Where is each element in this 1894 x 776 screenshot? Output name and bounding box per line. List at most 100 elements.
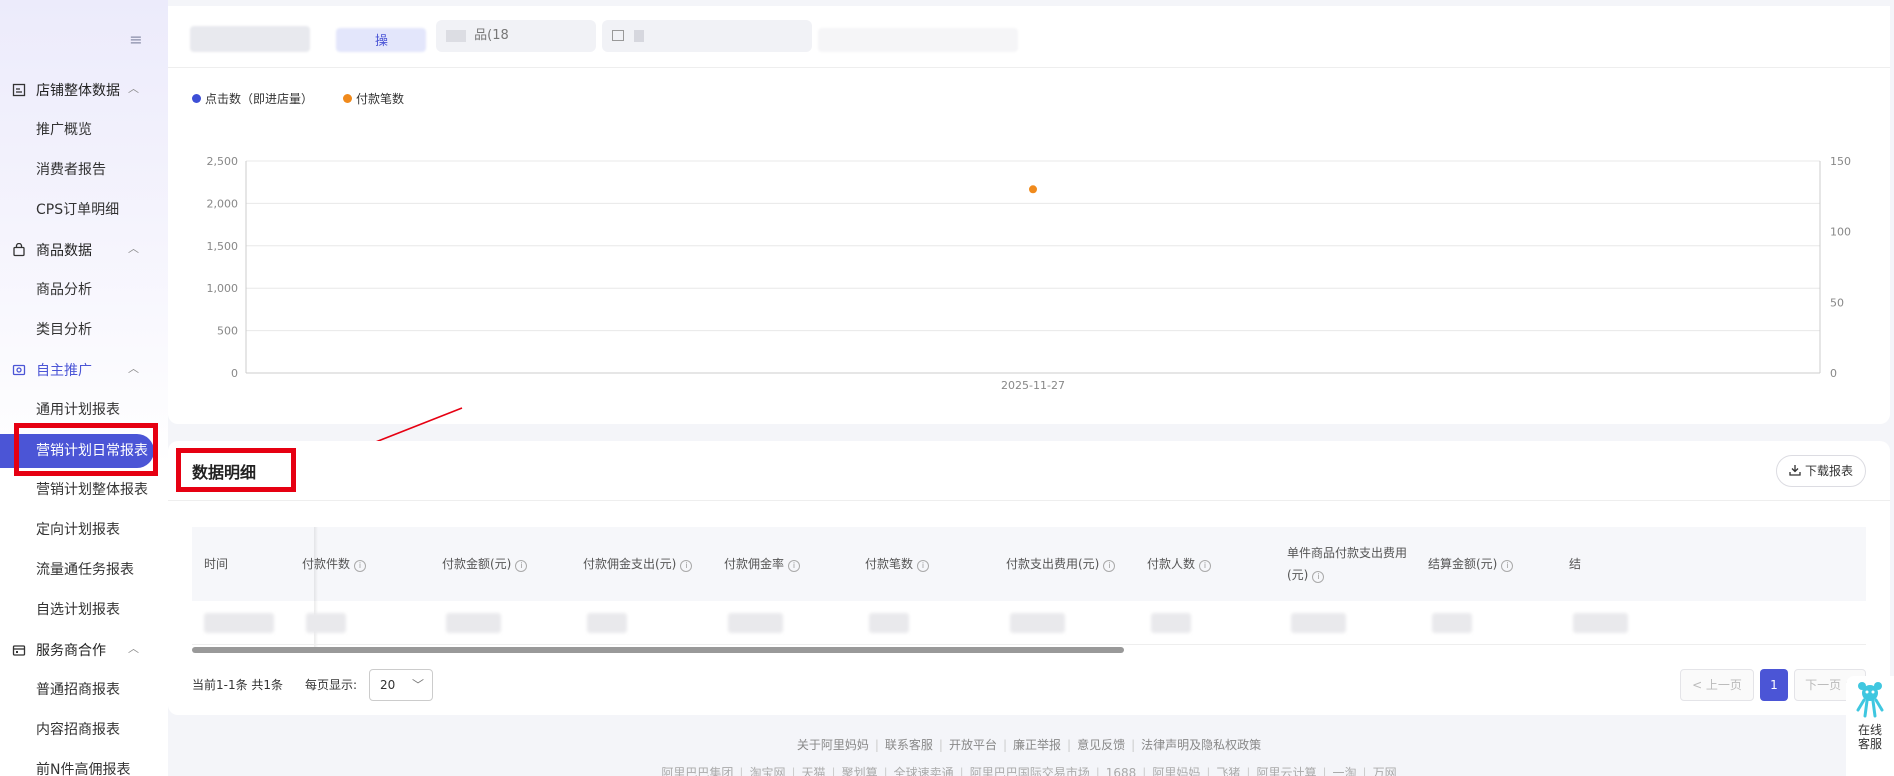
- footer-link[interactable]: 全球速卖通: [894, 766, 954, 776]
- left-axis-tick-label: 1,500: [207, 240, 239, 253]
- page-number-button[interactable]: 1: [1760, 669, 1788, 701]
- prev-page-button[interactable]: < 上一页: [1680, 669, 1754, 701]
- nav-group-store-data[interactable]: 店铺整体数据 ︿: [12, 80, 139, 100]
- right-axis-tick-label: 50: [1830, 296, 1844, 309]
- legend-item-clicks[interactable]: 点击数（即进店量）: [192, 90, 313, 107]
- footer-separator: |: [874, 738, 879, 752]
- pagination-summary: 当前1-1条 共1条: [192, 678, 284, 692]
- page-size-select[interactable]: 20 ﹀: [369, 669, 433, 701]
- nav-group-partner-cooperation[interactable]: 服务商合作 ︿: [12, 640, 139, 660]
- sidebar-item-traffic-task-report[interactable]: 流量通任务报表: [36, 560, 134, 580]
- sidebar-item-custom-plan-report[interactable]: 自选计划报表: [36, 600, 120, 620]
- column-header: 单件商品付款支出费用(元) i: [1287, 527, 1417, 601]
- info-icon[interactable]: i: [1501, 560, 1514, 572]
- footer-link[interactable]: 淘宝网: [749, 766, 785, 776]
- footer-partner-links: 阿里巴巴集团 | 淘宝网 | 天猫 | 聚划算 | 全球速卖通 | 阿里巴巴国际交易市场 | 1688 |…: [168, 764, 1890, 776]
- footer-link[interactable]: 1688: [1106, 766, 1137, 776]
- chevron-down-icon: ﹀: [411, 678, 424, 692]
- column-header-label: 时间: [204, 557, 229, 571]
- right-axis-tick-label: 100: [1830, 226, 1851, 239]
- column-header: 时间: [204, 527, 294, 601]
- sidebar-item-marketing-overall-report[interactable]: 营销计划整体报表: [36, 480, 148, 500]
- column-header-label: 付款金额(元) i: [442, 553, 528, 575]
- service-label-line1: 在线: [1857, 723, 1882, 737]
- nav-group-self-promotion[interactable]: 自主推广 ︿: [12, 360, 139, 380]
- footer-link[interactable]: 阿里妈妈: [1152, 766, 1200, 776]
- info-icon[interactable]: i: [788, 560, 801, 572]
- menu-collapse-icon[interactable]: ≡: [126, 30, 146, 50]
- footer-link[interactable]: 聚划算: [842, 766, 878, 776]
- footer-separator: |: [1206, 766, 1211, 776]
- footer-link[interactable]: 一淘: [1333, 766, 1357, 776]
- scrollbar-thumb[interactable]: [192, 647, 1124, 653]
- right-axis-tick-label: 150: [1830, 155, 1851, 168]
- table-scrollbar[interactable]: [192, 646, 1866, 654]
- blurred-cell: [1573, 613, 1628, 633]
- sidebar-item-cps-orders[interactable]: CPS订单明细: [36, 200, 119, 220]
- detail-card: 数据明细 下载报表 时间 付款件数 i 付款金额(元) i 付款佣金支出(元) i 付款佣金率…: [168, 441, 1890, 715]
- footer-link[interactable]: 飞猪: [1216, 766, 1240, 776]
- footer-separator: |: [1362, 766, 1367, 776]
- chart-card: 操 品(18 点击数（即进店量） 付款笔数 2,500 2,000 1,500 1,0…: [168, 6, 1890, 424]
- footer-separator: |: [831, 766, 836, 776]
- sidebar-item-general-plan-report[interactable]: 通用计划报表: [36, 400, 120, 420]
- info-icon[interactable]: i: [1199, 560, 1212, 572]
- left-axis-tick-label: 500: [217, 325, 238, 338]
- footer-link[interactable]: 意见反馈: [1077, 738, 1125, 752]
- filter-chip-product[interactable]: 品(18: [436, 20, 596, 52]
- download-report-button[interactable]: 下载报表: [1775, 455, 1866, 487]
- sidebar-item-product-analysis[interactable]: 商品分析: [36, 280, 92, 300]
- footer-link[interactable]: 阿里云计算: [1256, 766, 1316, 776]
- nav-group-product-data[interactable]: 商品数据 ︿: [12, 240, 139, 260]
- footer-link[interactable]: 法律声明及隐私权政策: [1141, 738, 1261, 752]
- sidebar-item-promotion-overview[interactable]: 推广概览: [36, 120, 92, 140]
- footer-link[interactable]: 开放平台: [949, 738, 997, 752]
- blurred-cell: [587, 613, 627, 633]
- legend-item-payments[interactable]: 付款笔数: [343, 90, 404, 107]
- store-data-icon: [12, 83, 26, 97]
- footer-link[interactable]: 联系客服: [885, 738, 933, 752]
- nav-group-label: 店铺整体数据: [36, 83, 120, 99]
- left-axis-tick-label: 2,500: [207, 155, 239, 168]
- blurred-cell: [446, 613, 501, 633]
- footer-separator: |: [1002, 738, 1008, 752]
- sidebar-item-content-recruit-report[interactable]: 内容招商报表: [36, 720, 120, 740]
- sidebar-item-regular-recruit-report[interactable]: 普通招商报表: [36, 680, 120, 700]
- mascot-icon: [1846, 680, 1894, 723]
- footer-separator: |: [959, 766, 964, 776]
- filter-chip-date[interactable]: [602, 20, 812, 52]
- info-icon[interactable]: i: [354, 560, 367, 572]
- filter-link-text[interactable]: 操: [375, 30, 388, 49]
- download-label: 下载报表: [1804, 464, 1853, 478]
- footer-link[interactable]: 阿里巴巴集团: [661, 766, 733, 776]
- table-row: [192, 601, 1866, 645]
- column-header: 结算金额(元) i: [1428, 527, 1558, 601]
- sidebar-item-top-n-commission-report[interactable]: 前N件高佣报表: [36, 760, 130, 776]
- page-size-label: 每页显示:: [305, 678, 358, 692]
- online-service-widget[interactable]: 在线 客服: [1846, 676, 1894, 776]
- footer-link[interactable]: 阿里巴巴国际交易市场: [970, 766, 1090, 776]
- blurred-cell: [204, 613, 274, 633]
- annotation-highlight-box: [176, 448, 296, 492]
- footer-link[interactable]: 关于阿里妈妈: [797, 738, 869, 752]
- blurred-cell: [1432, 613, 1472, 633]
- footer-separator: |: [1095, 766, 1100, 776]
- footer-link[interactable]: 天猫: [802, 766, 826, 776]
- sidebar-item-targeted-plan-report[interactable]: 定向计划报表: [36, 520, 120, 540]
- footer-link[interactable]: 廉正举报: [1013, 738, 1061, 752]
- blurred-cell: [1291, 613, 1346, 633]
- sidebar-item-category-analysis[interactable]: 类目分析: [36, 320, 92, 340]
- bag-icon: [12, 242, 26, 257]
- sidebar-item-consumer-report[interactable]: 消费者报告: [36, 160, 106, 180]
- info-icon[interactable]: i: [917, 560, 930, 572]
- blurred-text: [446, 29, 466, 42]
- column-header-label: 付款人数 i: [1147, 553, 1212, 575]
- info-icon[interactable]: i: [515, 560, 528, 572]
- footer-link[interactable]: 万网: [1373, 766, 1397, 776]
- info-icon[interactable]: i: [1103, 560, 1116, 572]
- info-icon[interactable]: i: [1312, 571, 1325, 583]
- column-header-label: 付款支出费用(元) i: [1006, 553, 1116, 575]
- nav-group-label: 服务商合作: [36, 643, 106, 659]
- legend-label: 点击数（即进店量）: [205, 92, 314, 106]
- info-icon[interactable]: i: [680, 560, 693, 572]
